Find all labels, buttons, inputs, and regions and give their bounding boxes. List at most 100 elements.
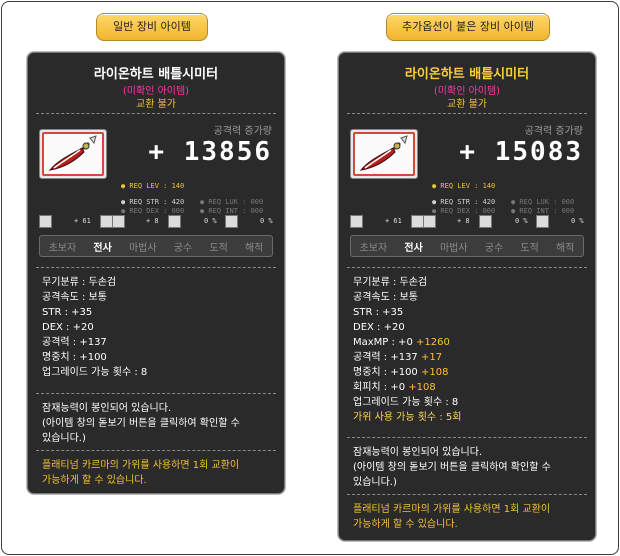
- stat-line: 회피치 : +0 +108: [353, 382, 436, 393]
- potential-line: (아이템 창의 돋보기 버튼을 클릭하여 확인할 수: [42, 418, 240, 429]
- scimitar-icon: [359, 135, 408, 171]
- job-archer: 궁수: [173, 242, 193, 254]
- req-int: ● REQ INT : 000: [200, 207, 264, 215]
- req-dex: ● REQ DEX : 000: [432, 207, 496, 215]
- scissors-count: 가위 사용 가능 횟수 : 5회: [353, 412, 462, 423]
- attack-increase-value: + 13856: [148, 137, 272, 167]
- req-str: ● REQ STR : 420: [432, 198, 496, 206]
- job-beginner: 초보자: [48, 242, 77, 254]
- req-str: ● REQ STR : 420: [121, 198, 185, 206]
- stat-line: 공격력 : +137 +17: [353, 352, 443, 363]
- potential-line: 있습니다.): [353, 477, 397, 488]
- potential-text: 잠재능력이 봉인되어 있습니다. (아이템 창의 돋보기 버튼을 클릭하여 확인…: [42, 401, 274, 446]
- item-icon-frame: [39, 129, 107, 179]
- job-thief: 도적: [209, 242, 228, 254]
- item-name: 라이온하트 배틀시미터: [93, 67, 219, 82]
- stat-icon: [479, 215, 492, 228]
- potential-text: 잠재능력이 봉인되어 있습니다. (아이템 창의 돋보기 버튼을 클릭하여 확인…: [353, 445, 585, 490]
- req-level: ● REQ LEV : 140: [121, 182, 185, 190]
- divider: [36, 393, 276, 394]
- potential-line: 있습니다.): [42, 433, 86, 444]
- divider: [347, 267, 587, 268]
- bonus-value: +108: [408, 382, 436, 393]
- bonus-value: +108: [420, 367, 449, 378]
- stat-list: 무기분류 : 두손검 공격속도 : 보통 STR : +35 DEX : +20…: [353, 275, 461, 425]
- bonus-value: +1260: [415, 337, 450, 348]
- stat-line: 명중치 : +100: [42, 352, 107, 363]
- karma-line: 플래티넘 카르마의 가위를 사용하면 1회 교환이: [42, 460, 240, 471]
- attack-increase-value: + 15083: [459, 137, 583, 167]
- scimitar-icon: [48, 135, 97, 171]
- mini-value: + 8: [457, 217, 470, 225]
- job-list: 초보자 전사 마법사 궁수 도적 해적: [350, 235, 584, 257]
- item-icon-frame: [350, 129, 418, 179]
- stat-icon: [225, 215, 238, 228]
- mini-value: + 61: [74, 217, 91, 225]
- mini-value: 0 %: [204, 217, 217, 225]
- karma-line: 가능하게 할 수 있습니다.: [42, 475, 147, 486]
- divider: [36, 113, 276, 114]
- bonus-value: +17: [420, 352, 443, 363]
- divider: [36, 267, 276, 268]
- normal-item-tooltip: 라이온하트 배틀시미터 (미확인 아이템) 교환 불가 공격력 증가량 + 13…: [27, 52, 285, 494]
- job-magician: 마법사: [439, 242, 468, 254]
- divider: [347, 437, 587, 438]
- added-option-item-tooltip: 라이온하트 배틀시미터 (미확인 아이템) 교환 불가 공격력 증가량 + 15…: [338, 52, 596, 541]
- stat-line: 업그레이드 가능 횟수 : 8: [42, 367, 148, 378]
- stat-line: STR : +35: [42, 307, 93, 318]
- stat-line: 업그레이드 가능 횟수 : 8: [353, 397, 459, 408]
- req-int: ● REQ INT : 000: [511, 207, 575, 215]
- stat-icon: [350, 215, 363, 228]
- job-archer: 궁수: [484, 242, 504, 254]
- req-luk: ● REQ LUK : 000: [200, 198, 264, 206]
- job-pirate: 해적: [244, 242, 264, 254]
- attack-increase-label: 공격력 증가량: [524, 126, 583, 137]
- karma-text: 플래티넘 카르마의 가위를 사용하면 1회 교환이 가능하게 할 수 있습니다.: [42, 458, 274, 488]
- potential-line: 잠재능력이 봉인되어 있습니다.: [353, 447, 483, 458]
- stat-line: 무기분류 : 두손검: [353, 277, 428, 288]
- job-pirate: 해적: [555, 242, 575, 254]
- stat-line: STR : +35: [353, 307, 404, 318]
- stat-line: 명중치 : +100 +108: [353, 367, 449, 378]
- stat-icon: [536, 215, 549, 228]
- stat-icon: [168, 215, 181, 228]
- potential-line: 잠재능력이 봉인되어 있습니다.: [42, 403, 172, 414]
- normal-item-label: 일반 장비 아이템: [96, 13, 208, 41]
- mini-value: 0 %: [515, 217, 528, 225]
- job-thief: 도적: [520, 242, 539, 254]
- divider: [347, 113, 587, 114]
- karma-text: 플래티넘 카르마의 가위를 사용하면 1회 교환이 가능하게 할 수 있습니다.: [353, 502, 585, 532]
- stat-icon: [423, 215, 436, 228]
- job-beginner: 초보자: [359, 242, 388, 254]
- stat-line: DEX : +20: [353, 322, 405, 333]
- added-option-item-label: 추가옵션이 붙은 장비 아이템: [386, 13, 550, 41]
- job-magician: 마법사: [128, 242, 157, 254]
- job-warrior: 전사: [93, 242, 112, 254]
- karma-line: 가능하게 할 수 있습니다.: [353, 519, 458, 530]
- job-warrior: 전사: [404, 242, 423, 254]
- mini-value: 0 %: [571, 217, 584, 225]
- stat-line: MaxMP : +0 +1260: [353, 337, 450, 348]
- attack-increase-label: 공격력 증가량: [213, 126, 272, 137]
- trade-status: 교환 불가: [447, 99, 487, 110]
- mini-value: + 61: [385, 217, 402, 225]
- mini-value: + 8: [146, 217, 159, 225]
- req-level: ● REQ LEV : 140: [432, 182, 496, 190]
- trade-status: 교환 불가: [136, 99, 176, 110]
- divider: [347, 494, 587, 495]
- req-luk: ● REQ LUK : 000: [511, 198, 575, 206]
- stat-line: 공격속도 : 보통: [42, 292, 107, 303]
- stat-icon: [39, 215, 52, 228]
- stat-icon: [112, 215, 125, 228]
- stat-line: 무기분류 : 두손검: [42, 277, 117, 288]
- karma-line: 플래티넘 카르마의 가위를 사용하면 1회 교환이: [353, 504, 551, 515]
- stat-line: 공격력 : +137: [42, 337, 107, 348]
- stat-line: DEX : +20: [42, 322, 94, 333]
- potential-line: (아이템 창의 돋보기 버튼을 클릭하여 확인할 수: [353, 462, 551, 473]
- job-list: 초보자 전사 마법사 궁수 도적 해적: [39, 235, 273, 257]
- mini-value: 0 %: [260, 217, 273, 225]
- divider: [36, 450, 276, 451]
- req-dex: ● REQ DEX : 000: [121, 207, 185, 215]
- item-name: 라이온하트 배틀시미터: [404, 67, 530, 82]
- stat-line: 공격속도 : 보통: [353, 292, 418, 303]
